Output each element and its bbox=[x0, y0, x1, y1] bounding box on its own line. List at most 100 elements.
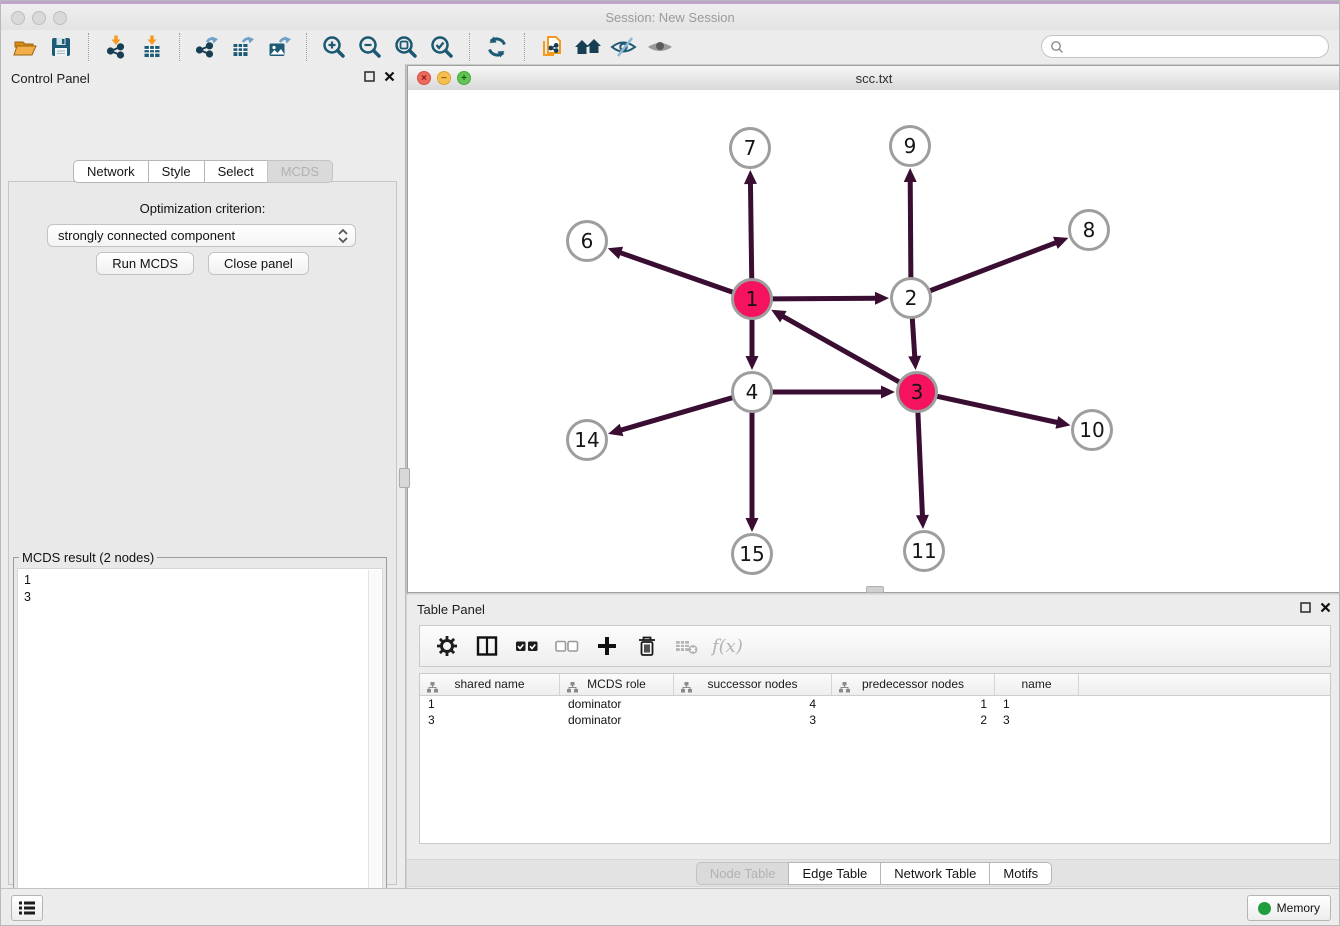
graph-edge-2-9[interactable] bbox=[910, 179, 911, 278]
import-network-icon bbox=[103, 34, 129, 60]
tab-node-table[interactable]: Node Table bbox=[696, 862, 790, 885]
graph-edge-4-14[interactable] bbox=[619, 398, 733, 431]
graph-node-8[interactable]: 8 bbox=[1070, 211, 1109, 250]
export-table-button[interactable] bbox=[225, 32, 261, 62]
cell-name[interactable]: 3 bbox=[995, 712, 1079, 728]
graph-node-7[interactable]: 7 bbox=[731, 129, 770, 168]
refresh-view-button[interactable] bbox=[479, 32, 515, 62]
table-row[interactable]: 1dominator411 bbox=[420, 696, 1330, 712]
hierarchy-icon bbox=[427, 679, 438, 699]
search-input[interactable] bbox=[1069, 39, 1328, 55]
zoom-out-button[interactable] bbox=[352, 32, 388, 62]
open-session-button[interactable] bbox=[7, 32, 43, 62]
tab-network[interactable]: Network bbox=[73, 160, 149, 183]
float-panel-icon[interactable] bbox=[364, 71, 375, 82]
delete-table-button[interactable] bbox=[670, 629, 704, 663]
cell-predecessor-nodes[interactable]: 1 bbox=[832, 696, 995, 712]
column-header-name[interactable]: name bbox=[995, 674, 1079, 695]
hide-selected-button[interactable] bbox=[606, 32, 642, 62]
memory-label: Memory bbox=[1277, 901, 1320, 915]
graph-edge-1-2[interactable] bbox=[772, 298, 878, 299]
edge-arrowhead-icon bbox=[916, 515, 929, 529]
graph-node-1[interactable]: 1 bbox=[733, 280, 772, 319]
select-all-button[interactable] bbox=[510, 629, 544, 663]
export-image-button[interactable] bbox=[261, 32, 297, 62]
graph-edge-3-10[interactable] bbox=[937, 396, 1060, 423]
tab-mcds[interactable]: MCDS bbox=[267, 160, 333, 183]
close-panel-button[interactable]: Close panel bbox=[208, 252, 309, 275]
show-all-button[interactable] bbox=[642, 32, 678, 62]
zoom-selected-button[interactable] bbox=[424, 32, 460, 62]
table-settings-button[interactable] bbox=[430, 629, 464, 663]
mcds-result-area[interactable]: 1 3 bbox=[17, 568, 383, 926]
graph-node-4[interactable]: 4 bbox=[733, 373, 772, 412]
tab-network-table[interactable]: Network Table bbox=[880, 862, 990, 885]
graph-edge-1-7[interactable] bbox=[750, 181, 751, 279]
graph-edge-2-3[interactable] bbox=[912, 318, 915, 359]
table-row[interactable]: 3dominator323 bbox=[420, 712, 1330, 728]
houses-button[interactable] bbox=[570, 32, 606, 62]
import-network-button[interactable] bbox=[98, 32, 134, 62]
optimization-criterion-select[interactable]: strongly connected component bbox=[47, 224, 356, 247]
task-history-button[interactable] bbox=[11, 895, 43, 921]
mcds-result-legend: MCDS result (2 nodes) bbox=[19, 550, 157, 565]
column-header-MCDS-role[interactable]: MCDS role bbox=[560, 674, 674, 695]
zoom-fit-button[interactable] bbox=[388, 32, 424, 62]
graph-edge-3-1[interactable] bbox=[781, 315, 900, 382]
zoom-in-button[interactable] bbox=[316, 32, 352, 62]
delete-column-button[interactable] bbox=[630, 629, 664, 663]
graph-edge-3-11[interactable] bbox=[918, 412, 923, 518]
tab-motifs[interactable]: Motifs bbox=[989, 862, 1052, 885]
columns-icon bbox=[475, 634, 499, 658]
save-floppy-icon bbox=[48, 34, 74, 60]
tab-edge-table[interactable]: Edge Table bbox=[788, 862, 881, 885]
column-header-shared-name[interactable]: shared name bbox=[420, 674, 560, 695]
panel-divider-grip[interactable] bbox=[399, 468, 410, 488]
mcds-panel: Optimization criterion: strongly connect… bbox=[8, 181, 397, 885]
cell-shared-name[interactable]: 1 bbox=[420, 696, 560, 712]
hierarchy-icon bbox=[567, 679, 578, 699]
graph-node-2[interactable]: 2 bbox=[892, 279, 931, 318]
network-window-titlebar[interactable]: × − + scc.txt bbox=[408, 66, 1340, 91]
cell-successor-nodes[interactable]: 4 bbox=[674, 696, 832, 712]
cell-name[interactable]: 1 bbox=[995, 696, 1079, 712]
add-column-button[interactable] bbox=[590, 629, 624, 663]
tab-select[interactable]: Select bbox=[204, 160, 268, 183]
graph-node-9[interactable]: 9 bbox=[891, 127, 930, 166]
function-builder-button[interactable]: f(x) bbox=[712, 636, 743, 657]
export-network-button[interactable] bbox=[189, 32, 225, 62]
run-mcds-button[interactable]: Run MCDS bbox=[96, 252, 194, 275]
graph-edge-2-8[interactable] bbox=[930, 242, 1058, 291]
checked-boxes-icon bbox=[514, 634, 540, 658]
close-panel-icon[interactable] bbox=[384, 71, 395, 82]
graph-node-15[interactable]: 15 bbox=[733, 535, 772, 574]
unchecked-boxes-icon bbox=[554, 634, 580, 658]
mcds-result-scrollbar[interactable] bbox=[368, 570, 381, 924]
network-resize-grip[interactable] bbox=[866, 586, 884, 593]
cell-shared-name[interactable]: 3 bbox=[420, 712, 560, 728]
graph-node-10[interactable]: 10 bbox=[1073, 411, 1112, 450]
close-panel-icon[interactable] bbox=[1320, 602, 1331, 613]
memory-button[interactable]: Memory bbox=[1247, 895, 1331, 921]
cell-MCDS-role[interactable]: dominator bbox=[560, 712, 674, 728]
deselect-all-button[interactable] bbox=[550, 629, 584, 663]
column-header-successor-nodes[interactable]: successor nodes bbox=[674, 674, 832, 695]
graph-node-11[interactable]: 11 bbox=[905, 532, 944, 571]
graph-node-6[interactable]: 6 bbox=[568, 222, 607, 261]
graph-node-3[interactable]: 3 bbox=[898, 373, 937, 412]
clone-network-button[interactable] bbox=[534, 32, 570, 62]
save-session-button[interactable] bbox=[43, 32, 79, 62]
edge-arrowhead-icon bbox=[746, 356, 759, 370]
network-canvas[interactable]: 1 2 3 4 6 7 8 9 10 11 14 15 bbox=[408, 90, 1340, 592]
import-table-button[interactable] bbox=[134, 32, 170, 62]
graph-node-14[interactable]: 14 bbox=[568, 421, 607, 460]
control-panel-title: Control Panel bbox=[11, 71, 90, 86]
cell-predecessor-nodes[interactable]: 2 bbox=[832, 712, 995, 728]
cell-successor-nodes[interactable]: 3 bbox=[674, 712, 832, 728]
graph-edge-1-6[interactable] bbox=[618, 252, 733, 292]
search-field[interactable] bbox=[1041, 35, 1329, 58]
float-panel-icon[interactable] bbox=[1300, 602, 1311, 613]
tab-style[interactable]: Style bbox=[148, 160, 205, 183]
column-header-predecessor-nodes[interactable]: predecessor nodes bbox=[832, 674, 995, 695]
show-columns-button[interactable] bbox=[470, 629, 504, 663]
